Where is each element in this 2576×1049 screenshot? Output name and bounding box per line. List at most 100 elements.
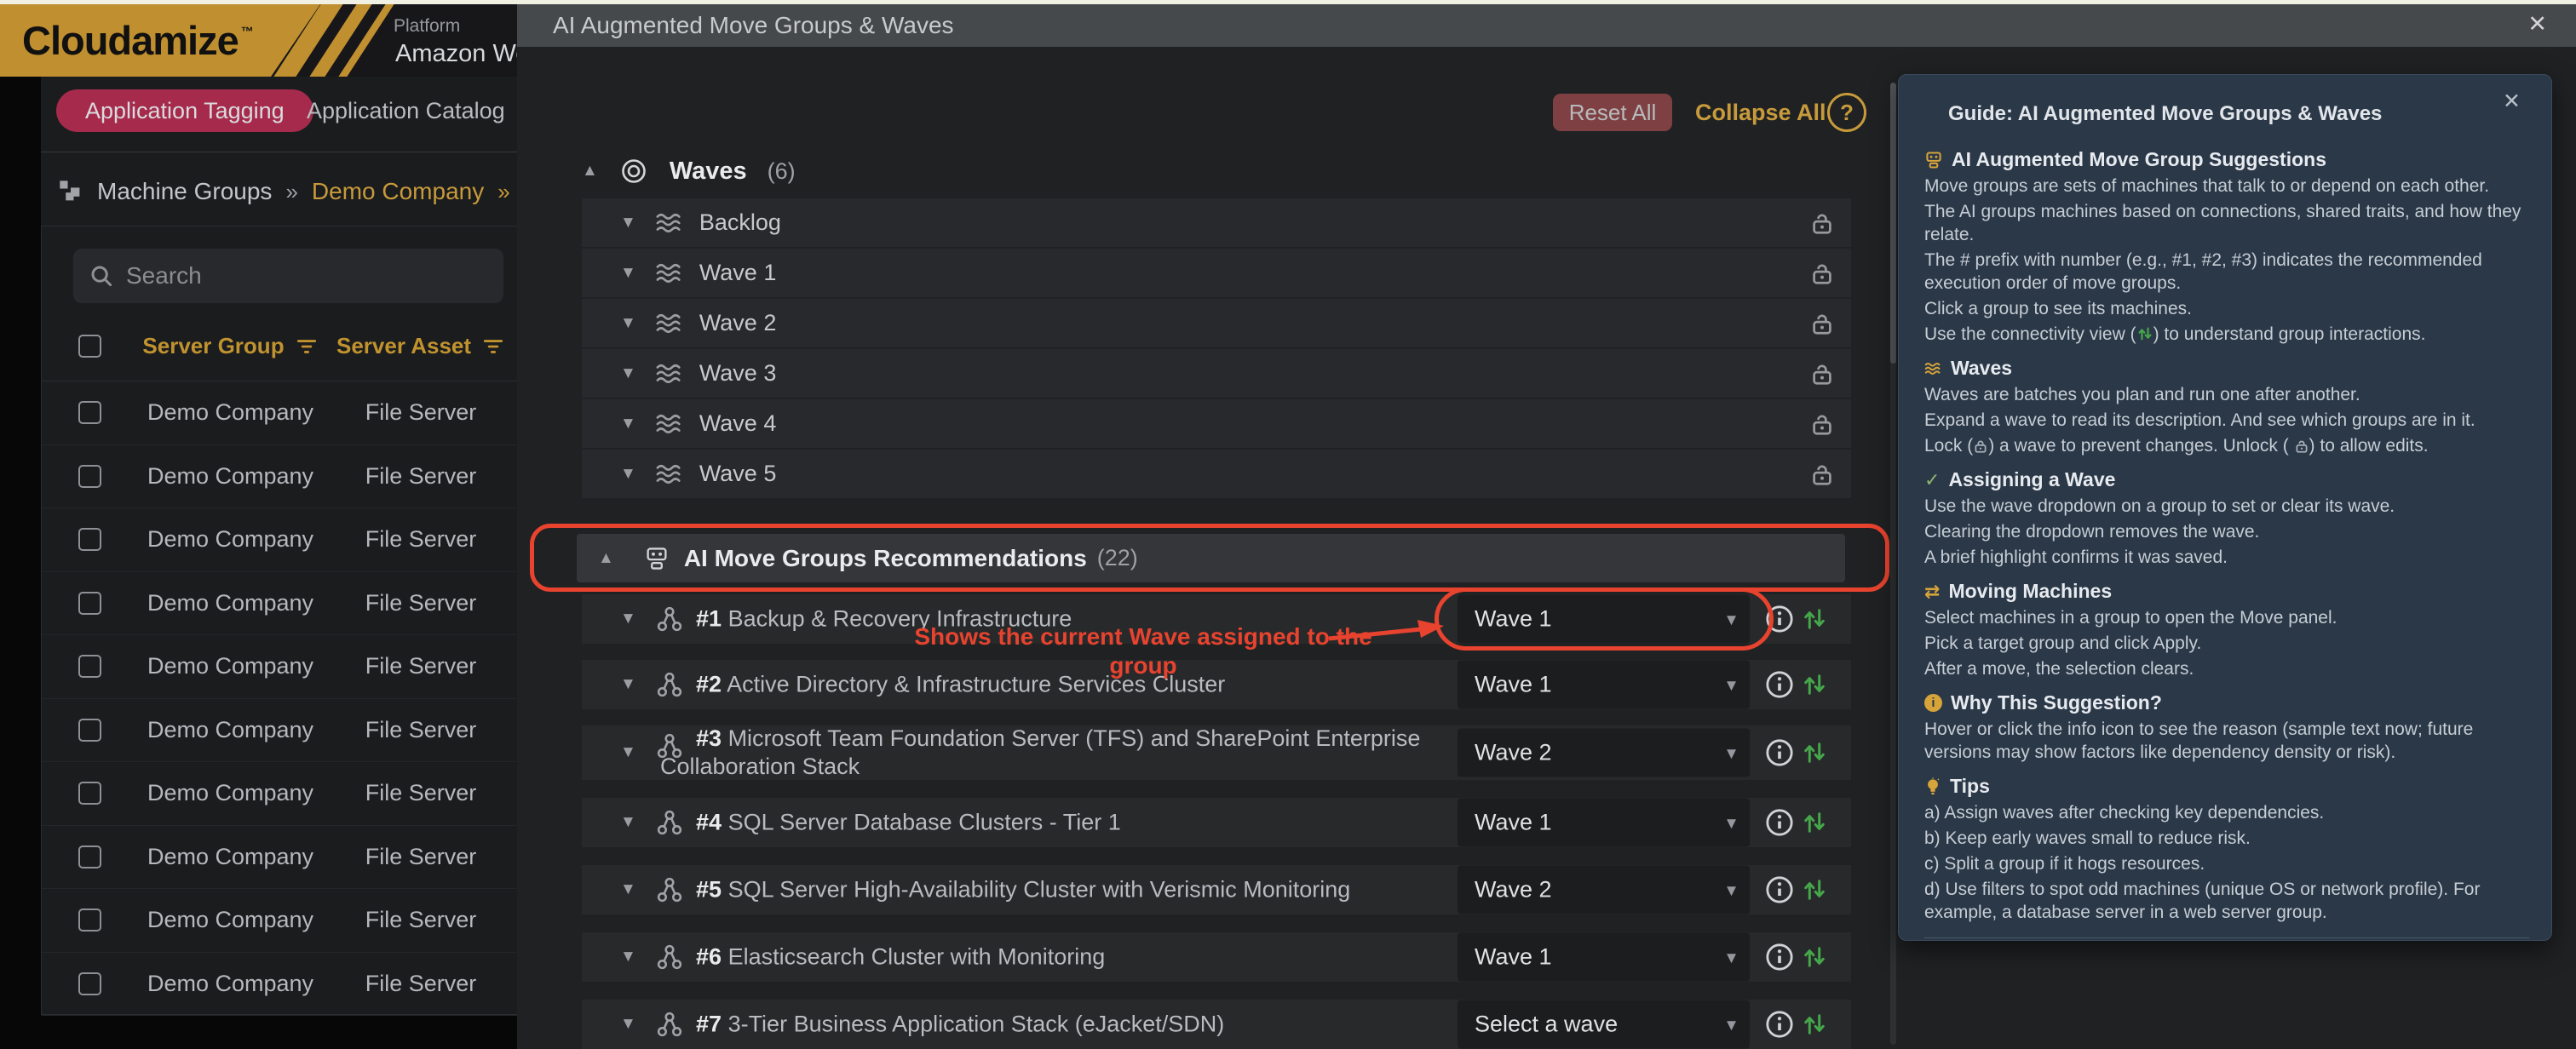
row-checkbox[interactable]	[78, 592, 101, 615]
connectivity-icon[interactable]	[1801, 1011, 1828, 1038]
info-icon[interactable]	[1765, 738, 1794, 767]
guide-line: The # prefix with number (e.g., #1, #2, …	[1924, 249, 2529, 295]
unlock-icon[interactable]	[1809, 361, 1835, 387]
info-icon[interactable]	[1765, 943, 1794, 972]
guide-line: Pick a target group and click Apply.	[1924, 632, 2529, 655]
table-row[interactable]: Demo CompanyFile Server	[42, 508, 517, 572]
scrollbar-thumb[interactable]	[1890, 83, 1896, 364]
close-icon[interactable]: ✕	[2527, 11, 2547, 37]
row-checkbox[interactable]	[78, 782, 101, 805]
select-all-checkbox[interactable]	[78, 335, 101, 358]
row-checkbox[interactable]	[78, 465, 101, 488]
unlock-icon[interactable]	[1809, 311, 1835, 336]
connectivity-icon[interactable]	[1801, 739, 1828, 766]
expand-caret-icon[interactable]: ▼	[620, 264, 636, 283]
guide-heading: Waves	[1951, 357, 2012, 380]
expand-caret-icon[interactable]: ▼	[620, 880, 636, 899]
table-row[interactable]: Demo CompanyFile Server	[42, 889, 517, 953]
expand-caret-icon[interactable]: ▼	[620, 743, 636, 762]
expand-caret-icon[interactable]: ▼	[620, 314, 636, 333]
unlock-icon[interactable]	[1809, 210, 1835, 236]
tab-application-catalog[interactable]: Application Catalog	[307, 89, 505, 132]
expand-caret-icon[interactable]: ▼	[620, 214, 636, 232]
table-row[interactable]: Demo CompanyFile Server	[42, 445, 517, 509]
expand-caret-icon[interactable]: ▼	[620, 364, 636, 383]
row-checkbox[interactable]	[78, 655, 101, 678]
expand-caret-icon[interactable]: ▼	[620, 813, 636, 832]
column-header-server-asset[interactable]: Server Asset	[336, 332, 471, 360]
help-icon[interactable]: ?	[1827, 93, 1866, 132]
expand-caret-icon[interactable]: ▼	[620, 948, 636, 966]
collapse-caret-icon[interactable]: ▲	[598, 549, 614, 568]
ai-move-groups-header[interactable]: ▲ AI Move Groups Recommendations (22)	[577, 534, 1845, 582]
waves-section-header[interactable]: ▲ Waves (6)	[582, 147, 796, 195]
group-row-1[interactable]: ▼ #1 Backup & Recovery Infrastructure Wa…	[582, 594, 1851, 644]
table-row[interactable]: Demo CompanyFile Server	[42, 953, 517, 1017]
row-checkbox[interactable]	[78, 528, 101, 551]
expand-caret-icon[interactable]: ▼	[620, 415, 636, 433]
table-row[interactable]: Demo CompanyFile Server	[42, 762, 517, 826]
info-icon[interactable]	[1765, 1010, 1794, 1039]
table-row[interactable]: Demo CompanyFile Server	[42, 699, 517, 763]
expand-caret-icon[interactable]: ▼	[620, 465, 636, 484]
wave-select-dropdown[interactable]: Wave 1 ▾	[1458, 595, 1750, 644]
table-row[interactable]: Demo CompanyFile Server	[42, 572, 517, 636]
connectivity-icon[interactable]	[1801, 943, 1828, 971]
row-checkbox[interactable]	[78, 846, 101, 868]
expand-caret-icon[interactable]: ▼	[620, 610, 636, 628]
breadcrumb-machine-groups[interactable]: Machine Groups	[97, 178, 272, 205]
expand-caret-icon[interactable]: ▼	[620, 1015, 636, 1034]
info-icon[interactable]	[1765, 605, 1794, 633]
brand-logo[interactable]: Cloudamize™	[22, 4, 253, 77]
group-row-5[interactable]: ▼ #5 SQL Server High-Availability Cluste…	[582, 865, 1851, 914]
unlock-icon[interactable]	[1809, 411, 1835, 437]
connectivity-icon[interactable]	[1801, 605, 1828, 633]
row-checkbox[interactable]	[78, 401, 101, 424]
platform-label: Platform	[394, 16, 460, 37]
wave-select-dropdown[interactable]: Wave 1 ▾	[1458, 933, 1750, 982]
tab-application-tagging[interactable]: Application Tagging	[56, 89, 313, 132]
table-row[interactable]: Demo CompanyFile Server	[42, 826, 517, 890]
wave-select-dropdown[interactable]: Wave 2 ▾	[1458, 729, 1750, 777]
group-row-2[interactable]: ▼ #2 Active Directory & Infrastructure S…	[582, 660, 1851, 709]
search-input[interactable]	[126, 262, 450, 289]
table-row[interactable]: Demo CompanyFile Server	[42, 381, 517, 445]
guide-heading: Assigning a Wave	[1948, 468, 2115, 491]
wave-row-4[interactable]: ▼ Wave 4	[582, 399, 1851, 448]
close-icon[interactable]: ✕	[2503, 89, 2521, 114]
unlock-icon[interactable]	[1809, 261, 1835, 286]
wave-row-2[interactable]: ▼ Wave 2	[582, 299, 1851, 347]
group-row-6[interactable]: ▼ #6 Elasticsearch Cluster with Monitori…	[582, 932, 1851, 982]
group-row-4[interactable]: ▼ #4 SQL Server Database Clusters - Tier…	[582, 798, 1851, 847]
group-row-3[interactable]: ▼ #3 Microsoft Team Foundation Server (T…	[582, 725, 1851, 780]
lightbulb-icon	[1924, 777, 1941, 796]
wave-row-5[interactable]: ▼ Wave 5	[582, 450, 1851, 498]
row-checkbox[interactable]	[78, 719, 101, 742]
info-icon[interactable]	[1765, 875, 1794, 904]
filter-icon[interactable]	[481, 336, 505, 357]
collapse-all-button[interactable]: Collapse All	[1695, 94, 1826, 131]
info-icon[interactable]	[1765, 808, 1794, 837]
connectivity-icon[interactable]	[1801, 876, 1828, 903]
wave-select-dropdown[interactable]: Select a wave ▾	[1458, 1000, 1750, 1049]
wave-row-3[interactable]: ▼ Wave 3	[582, 349, 1851, 398]
reset-all-button[interactable]: Reset All	[1553, 94, 1672, 131]
wave-row-1[interactable]: ▼ Wave 1	[582, 249, 1851, 297]
connectivity-icon[interactable]	[1801, 671, 1828, 698]
filter-icon[interactable]	[295, 336, 319, 357]
wave-select-dropdown[interactable]: Wave 1 ▾	[1458, 661, 1750, 709]
connectivity-icon[interactable]	[1801, 809, 1828, 836]
group-row-7[interactable]: ▼ #7 3-Tier Business Application Stack (…	[582, 1000, 1851, 1049]
table-row[interactable]: Demo CompanyFile Server	[42, 635, 517, 699]
wave-select-dropdown[interactable]: Wave 2 ▾	[1458, 866, 1750, 914]
wave-row-backlog[interactable]: ▼ Backlog	[582, 198, 1851, 247]
collapse-caret-icon[interactable]: ▲	[582, 162, 598, 181]
expand-caret-icon[interactable]: ▼	[620, 675, 636, 694]
row-checkbox[interactable]	[78, 972, 101, 995]
row-checkbox[interactable]	[78, 909, 101, 931]
column-header-server-group[interactable]: Server Group	[142, 332, 284, 360]
wave-select-dropdown[interactable]: Wave 1 ▾	[1458, 799, 1750, 847]
unlock-icon[interactable]	[1809, 461, 1835, 487]
breadcrumb-demo-company[interactable]: Demo Company	[312, 178, 484, 205]
info-icon[interactable]	[1765, 670, 1794, 699]
